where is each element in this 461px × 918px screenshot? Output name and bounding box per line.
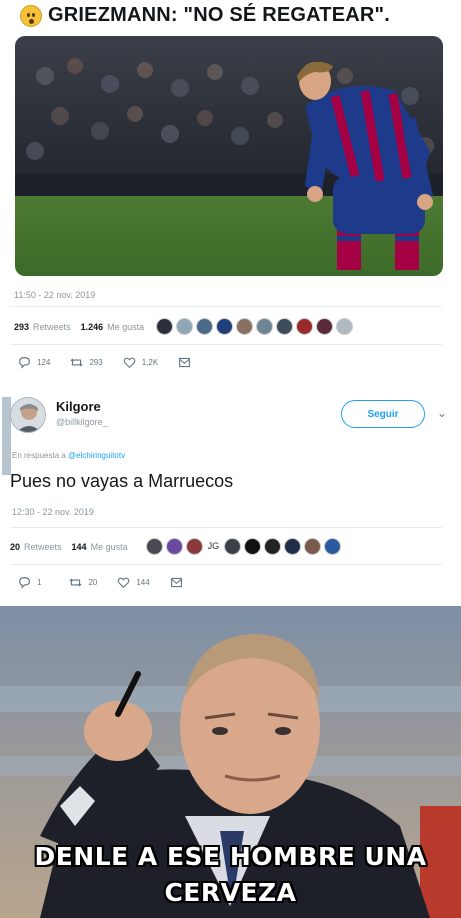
tweet2-liker-avatars: JG <box>145 538 342 555</box>
tweet1-photo[interactable] <box>15 36 443 276</box>
liker-avatar[interactable] <box>165 538 183 555</box>
message-button[interactable] <box>178 356 191 369</box>
liker-avatar[interactable] <box>284 538 302 555</box>
reply-count: 124 <box>37 358 51 367</box>
reply-button[interactable]: 1 <box>18 576 41 589</box>
retweet-icon <box>69 578 83 587</box>
follow-button[interactable]: Seguir <box>341 400 425 428</box>
divider <box>10 527 442 528</box>
tweet1-retweets-label[interactable]: Retweets <box>33 322 71 332</box>
tweet1-text: GRIEZMANN: "NO SÉ REGATEAR". <box>48 4 390 26</box>
liker-avatar[interactable] <box>324 538 342 555</box>
flushed-face-emoji-icon <box>20 4 42 27</box>
griezmann-photo-image <box>15 36 443 276</box>
liker-avatar[interactable] <box>236 318 254 335</box>
source-side-tag <box>2 397 11 475</box>
tweet2-actions: 1 20 144 <box>18 576 203 589</box>
reply-to-line: En respuesta a @elchiringuitotv <box>12 451 125 460</box>
tweet1-header: GRIEZMANN: "NO SÉ REGATEAR". <box>20 4 390 27</box>
tweet2-retweets-label[interactable]: Retweets <box>24 542 62 552</box>
reply-count: 1 <box>37 578 42 587</box>
like-count: 1,2K <box>141 358 159 367</box>
divider <box>10 306 442 307</box>
chevron-down-icon[interactable]: ⌄ <box>437 406 447 420</box>
envelope-icon <box>179 357 191 368</box>
liker-avatar[interactable] <box>256 318 274 335</box>
tweet2-stats: 20 Retweets 144 Me gusta JG <box>10 538 342 555</box>
reply-icon <box>19 357 30 369</box>
retweet-count: 20 <box>88 578 98 587</box>
tweet2-text: Pues no vayas a Marruecos <box>10 471 234 491</box>
tweet1-stats: 293 Retweets 1.246 Me gusta <box>14 318 354 335</box>
liker-avatar[interactable] <box>276 318 294 335</box>
retweet-icon <box>70 358 83 367</box>
like-button[interactable]: 1,2K <box>123 356 158 369</box>
like-count: 144 <box>136 578 150 587</box>
avatar[interactable] <box>10 397 46 433</box>
liker-avatar[interactable] <box>176 318 194 335</box>
reply-icon <box>19 577 30 589</box>
author-name[interactable]: Kilgore <box>56 399 101 414</box>
meme-caption-line1: DENLE A ESE HOMBRE UNA <box>34 842 427 871</box>
retweet-count: 293 <box>89 358 103 367</box>
tweet1-likes-label[interactable]: Me gusta <box>107 322 144 332</box>
tweet1-likes-count[interactable]: 1.246 <box>81 322 104 332</box>
tweet2-likes-count[interactable]: 144 <box>72 542 87 552</box>
liker-avatar[interactable] <box>156 318 174 335</box>
heart-icon <box>118 577 130 589</box>
message-button[interactable] <box>170 576 183 589</box>
liker-avatar[interactable] <box>185 538 203 555</box>
liker-avatar-initials[interactable]: JG <box>208 538 220 555</box>
liker-avatar[interactable] <box>196 318 214 335</box>
envelope-icon <box>170 577 182 588</box>
author-handle[interactable]: @billkilgore_ <box>56 417 108 427</box>
tweet2-timestamp[interactable]: 12:30 - 22 nov. 2019 <box>12 507 94 517</box>
tweet2-likes-label[interactable]: Me gusta <box>91 542 128 552</box>
like-button[interactable]: 144 <box>117 576 150 589</box>
meme-caption-line2: CERVEZA <box>164 878 297 907</box>
reply-prefix: En respuesta a <box>12 451 66 460</box>
liker-avatar[interactable] <box>216 318 234 335</box>
liker-avatar[interactable] <box>296 318 314 335</box>
retweet-button[interactable]: 20 <box>69 576 97 589</box>
tweet2-retweets-count[interactable]: 20 <box>10 542 20 552</box>
meme-image: DENLE A ESE HOMBRE UNA CERVEZA <box>0 606 461 918</box>
putin-pointing-image <box>0 606 461 918</box>
retweet-button[interactable]: 293 <box>70 356 103 369</box>
author-photo-icon <box>11 398 45 432</box>
divider <box>10 344 442 345</box>
liker-avatar[interactable] <box>316 318 334 335</box>
liker-avatar[interactable] <box>336 318 354 335</box>
reply-handle-link[interactable]: @elchiringuitotv <box>68 451 125 460</box>
liker-avatar[interactable] <box>145 538 163 555</box>
tweet1-actions: 124 293 1,2K <box>18 356 211 369</box>
liker-avatar[interactable] <box>304 538 322 555</box>
liker-avatar[interactable] <box>224 538 242 555</box>
heart-icon <box>123 357 136 369</box>
divider <box>10 564 442 565</box>
tweet1-retweets-count[interactable]: 293 <box>14 322 29 332</box>
liker-avatar[interactable] <box>264 538 282 555</box>
reply-button[interactable]: 124 <box>18 356 50 369</box>
tweet1-liker-avatars <box>156 318 354 335</box>
tweet1-timestamp[interactable]: 11:50 - 22 nov. 2019 <box>14 290 95 300</box>
liker-avatar[interactable] <box>244 538 262 555</box>
